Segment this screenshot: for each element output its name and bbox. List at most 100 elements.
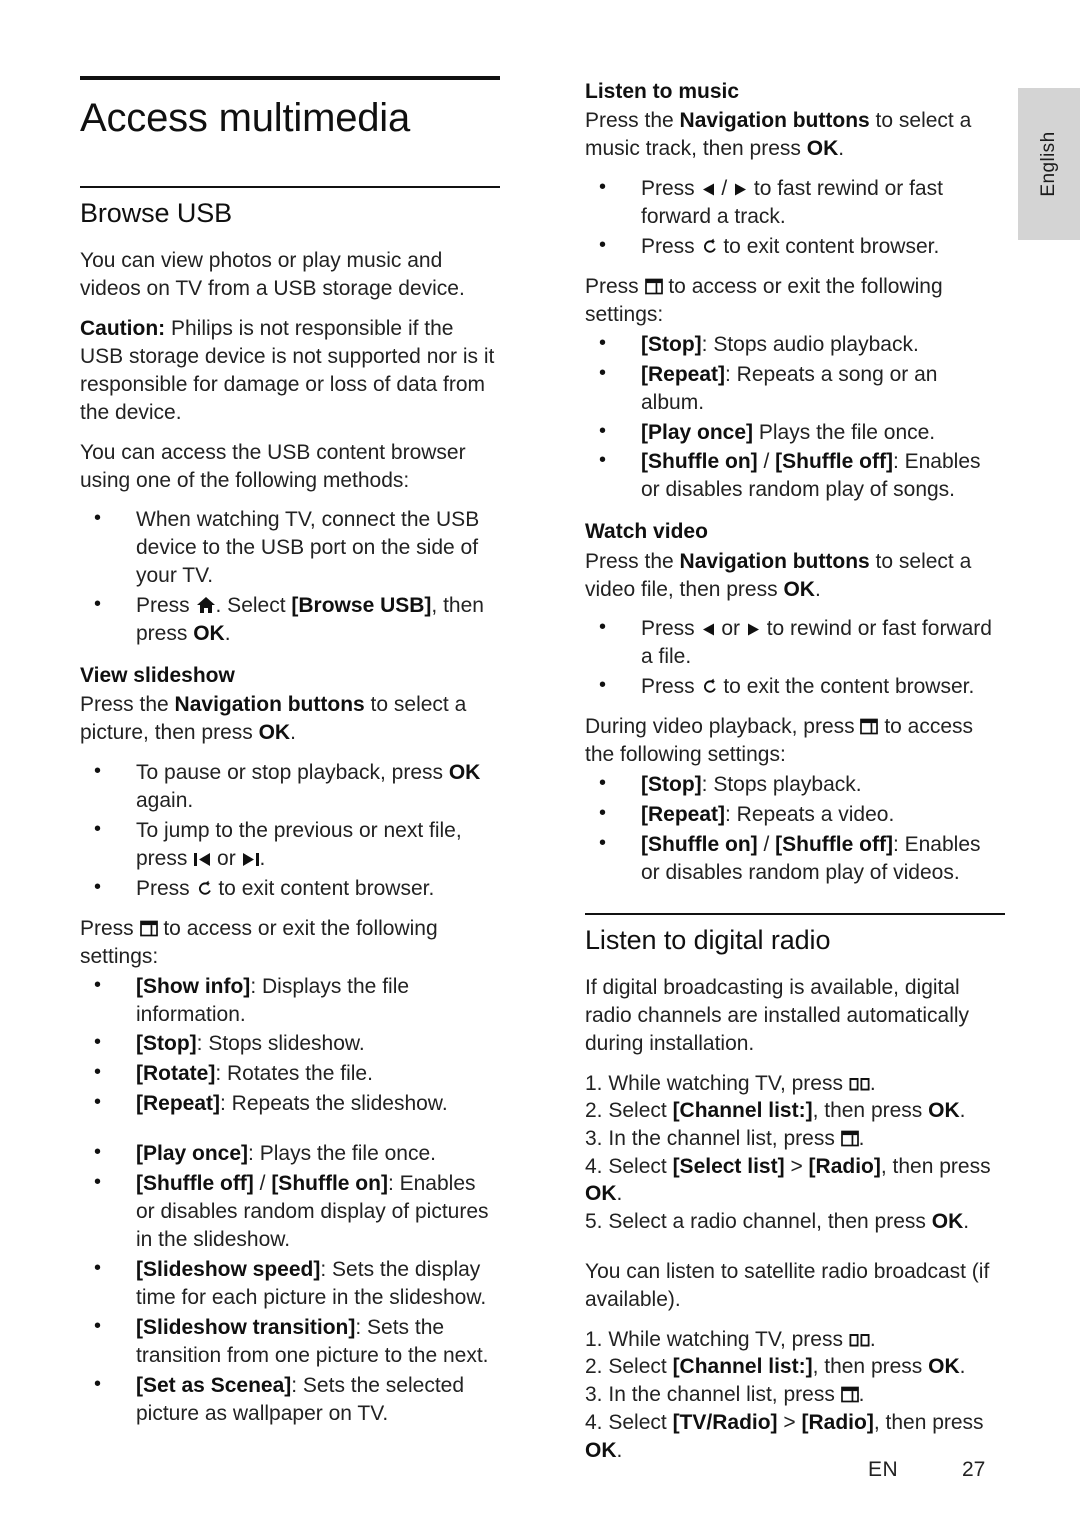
options-icon [840,1130,859,1147]
step-text: . [869,1071,876,1095]
list-item-text: Plays the file once. [753,420,936,444]
list-item-text: : Stops audio playback. [701,332,919,356]
list-item-text: Press [641,177,701,201]
options-icon [860,718,879,735]
step-text: . [858,1126,865,1150]
step-number: 2. [585,1355,609,1379]
step-text: . [869,1327,876,1351]
list-item-emphasis: [Repeat] [136,1092,221,1116]
caution-label: Caution: [80,316,166,340]
satellite-radio-intro: You can listen to satellite radio broadc… [585,1259,990,1311]
step-number: 1. [585,1071,609,1095]
list-item-text: . Select [215,594,292,618]
list-item: To pause or stop playback, press OK agai… [80,758,500,815]
text-emphasis: OK [806,137,839,161]
slideshow-settings-list: [Show info]: Displays the file informati… [80,972,500,1428]
language-tab-label: English [1038,131,1059,197]
text-emphasis: Navigation buttons [679,109,870,133]
guide-icon [849,1333,870,1348]
list-item-text: : Rotates the file. [215,1062,373,1086]
list-item-emphasis: [Stop] [641,332,702,356]
video-intro: Press the Navigation buttons to select a… [585,548,1005,604]
step-number: 3. [585,1383,609,1407]
list-item-text: Press [641,675,701,699]
return-icon [196,880,213,897]
list-item-emphasis: [Browse USB] [291,594,432,618]
list-item-text: or [211,846,242,870]
left-arrow-icon [701,182,716,197]
list-item-emphasis: [Show info] [136,974,251,998]
section-rule-browse-usb [80,186,500,188]
list-item-text: / [715,177,734,201]
step-text: . [616,1182,623,1206]
step-text: , then press [873,1410,984,1434]
options-icon [644,278,663,295]
list-item-text: . [224,622,231,646]
list-item-emphasis: [Rotate] [136,1062,216,1086]
video-settings-list: [Stop]: Stops playback. [Repeat]: Repeat… [585,770,1005,887]
step-text: , then press [812,1355,929,1379]
list-item-text: : Stops slideshow. [196,1032,365,1056]
step-emphasis: OK [928,1355,960,1379]
text-run: Press the [585,549,680,573]
subsection-listen-to-music: Listen to music [585,80,740,103]
list-item: [Rotate]: Rotates the file. [80,1059,500,1088]
right-arrow-icon [746,622,761,637]
step-text: . [959,1355,966,1379]
right-column: Listen to music Press the Navigation but… [585,0,1005,1476]
list-item-text: : Repeats a video. [725,802,895,826]
step-text: Select [608,1099,673,1123]
title-rule [80,76,500,80]
text-emphasis: OK [258,721,291,745]
step-emphasis: OK [928,1099,960,1123]
step-number: 4. [585,1410,609,1434]
text-run: Press [585,274,645,298]
text-run: . [838,137,845,161]
step-number: 2. [585,1099,609,1123]
list-item-text: / [757,450,776,474]
section-rule-digital-radio [585,912,1005,915]
list-item: [Show info]: Displays the file informati… [80,972,500,1029]
text-run: . [814,577,821,601]
step-text: , then press [812,1099,929,1123]
step-emphasis: [Channel list:] [672,1099,813,1123]
list-item: [Set as Scenea]: Sets the selected pictu… [80,1371,500,1428]
slideshow-controls-list: To pause or stop playback, press OK agai… [80,758,500,903]
music-settings-intro: Press to access or exit the following se… [585,273,1005,329]
text-run: Press [80,916,140,940]
list-item: 1. While watching TV, press . [585,1326,1005,1354]
list-item: Press to exit content browser. [80,874,500,903]
list-item: To jump to the previous or next file, pr… [80,816,500,873]
list-item: 5. Select a radio channel, then press OK… [585,1208,1005,1236]
step-text: > [784,1154,809,1178]
list-item-emphasis: [Repeat] [641,362,726,386]
text-emphasis: OK [783,577,815,601]
step-emphasis: [Radio] [808,1154,881,1178]
return-icon [701,678,718,695]
step-text: Select [608,1154,673,1178]
list-item: 4. Select [TV/Radio] > [Radio], then pre… [585,1409,1005,1464]
return-icon [701,238,718,255]
step-number: 1. [585,1327,609,1351]
list-item: Press or to rewind or fast forward a fil… [585,614,1005,671]
list-item-emphasis: OK [448,761,481,785]
text-emphasis: Navigation buttons [174,693,365,717]
list-item: Press / to fast rewind or fast forward a… [585,174,1005,231]
list-item-text: Press [641,234,701,258]
list-item-emphasis: [Shuffle off] [136,1172,254,1196]
list-item-text: again. [136,789,194,813]
left-column: Access multimedia Browse USB You can vie… [80,0,500,1439]
list-item: 2. Select [Channel list:], then press OK… [585,1353,1005,1381]
step-number: 3. [585,1126,609,1150]
slideshow-settings-intro: Press to access or exit the following se… [80,915,500,971]
list-item: [Shuffle on] / [Shuffle off]: Enables or… [585,830,1005,887]
list-item-emphasis: [Play once] [136,1142,249,1166]
step-emphasis: [TV/Radio] [672,1410,778,1434]
text-run: During video playback, press [585,715,861,739]
manual-page: English Access multimedia Browse USB You… [0,0,1080,1532]
list-item: [Play once] Plays the file once. [585,418,1005,447]
list-item: 2. Select [Channel list:], then press OK… [585,1097,1005,1125]
text-run: Press the [80,693,175,717]
list-item-text: Press [136,594,196,618]
list-item-text: : Stops playback. [701,773,862,797]
